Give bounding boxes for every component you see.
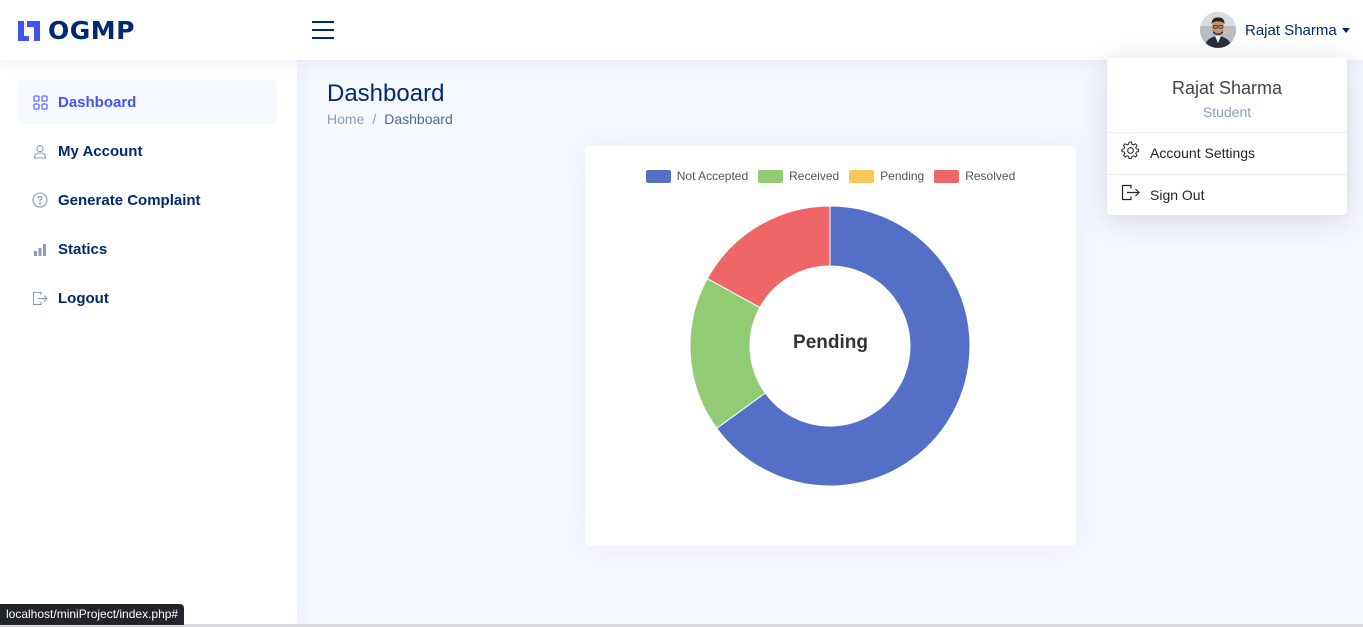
account-settings-item[interactable]: Account Settings bbox=[1107, 133, 1347, 173]
brand-name: OGMP bbox=[48, 16, 135, 45]
page-title: Dashboard bbox=[327, 80, 445, 107]
brand-logo[interactable]: OGMP bbox=[16, 16, 135, 45]
legend-swatch bbox=[645, 169, 671, 183]
person-icon bbox=[32, 143, 48, 159]
legend-swatch bbox=[758, 169, 784, 183]
sidebar-item-my-account[interactable]: My Account bbox=[17, 129, 277, 173]
legend-item[interactable]: Pending bbox=[849, 169, 924, 183]
legend-item[interactable]: Not Accepted bbox=[645, 169, 749, 183]
account-settings-label: Account Settings bbox=[1150, 145, 1256, 161]
dropdown-user-name: Rajat Sharma bbox=[1171, 78, 1283, 98]
sidebar-item-label: Dashboard bbox=[58, 93, 137, 111]
sign-out-label: Sign Out bbox=[1150, 187, 1205, 203]
legend-item[interactable]: Received bbox=[758, 169, 839, 183]
sidebar-item-logout[interactable]: Logout bbox=[17, 276, 277, 320]
legend-swatch bbox=[934, 169, 960, 183]
gear-icon bbox=[1121, 141, 1140, 165]
profile-dropdown: Rajat Sharma Student Account Settings Si… bbox=[1107, 58, 1347, 215]
question-circle-icon bbox=[32, 192, 48, 208]
legend-label: Not Accepted bbox=[676, 169, 749, 183]
grid-icon bbox=[32, 94, 48, 110]
breadcrumb-home[interactable]: Home bbox=[327, 111, 364, 127]
chart-card: Not Accepted Received Pending Resolved Pend… bbox=[585, 146, 1076, 546]
sidebar-item-label: Statics bbox=[58, 240, 108, 258]
legend-swatch bbox=[849, 169, 875, 183]
legend-item[interactable]: Resolved bbox=[934, 169, 1015, 183]
caret-down-icon bbox=[1341, 27, 1350, 33]
sign-out-item[interactable]: Sign Out bbox=[1107, 175, 1347, 215]
legend-label: Received bbox=[789, 169, 840, 183]
legend-label: Resolved bbox=[965, 169, 1016, 183]
brand-logo-icon bbox=[18, 20, 40, 41]
sidebar: Dashboard My Account Generate Complaint … bbox=[0, 60, 297, 627]
sidebar-item-dashboard[interactable]: Dashboard bbox=[17, 80, 277, 124]
hamburger-icon[interactable] bbox=[310, 18, 336, 42]
sidebar-item-generate-complaint[interactable]: Generate Complaint bbox=[17, 178, 277, 222]
donut-center-label: Pending bbox=[793, 332, 868, 353]
profile-name: Rajat Sharma bbox=[1245, 21, 1337, 39]
box-arrow-right-icon bbox=[32, 290, 48, 306]
sidebar-item-statics[interactable]: Statics bbox=[17, 227, 277, 271]
breadcrumb-current: Dashboard bbox=[384, 111, 453, 127]
bar-chart-icon bbox=[32, 241, 48, 257]
browser-status-url: localhost/miniProject/index.php# bbox=[0, 604, 185, 625]
sidebar-item-label: Logout bbox=[58, 289, 109, 307]
profile-menu-toggle[interactable]: Rajat Sharma bbox=[1200, 12, 1350, 48]
dropdown-user-role: Student bbox=[1202, 104, 1252, 120]
avatar bbox=[1200, 12, 1236, 48]
chart-legend: Not Accepted Received Pending Resolved bbox=[585, 169, 1076, 183]
legend-label: Pending bbox=[880, 169, 925, 183]
sidebar-item-label: Generate Complaint bbox=[58, 191, 201, 209]
box-arrow-right-icon bbox=[1121, 184, 1140, 206]
breadcrumb-separator: / bbox=[372, 111, 377, 127]
sidebar-item-label: My Account bbox=[58, 142, 143, 160]
breadcrumb: Home / Dashboard bbox=[327, 111, 453, 127]
top-header: OGMP Rajat Sharma bbox=[0, 0, 1363, 60]
